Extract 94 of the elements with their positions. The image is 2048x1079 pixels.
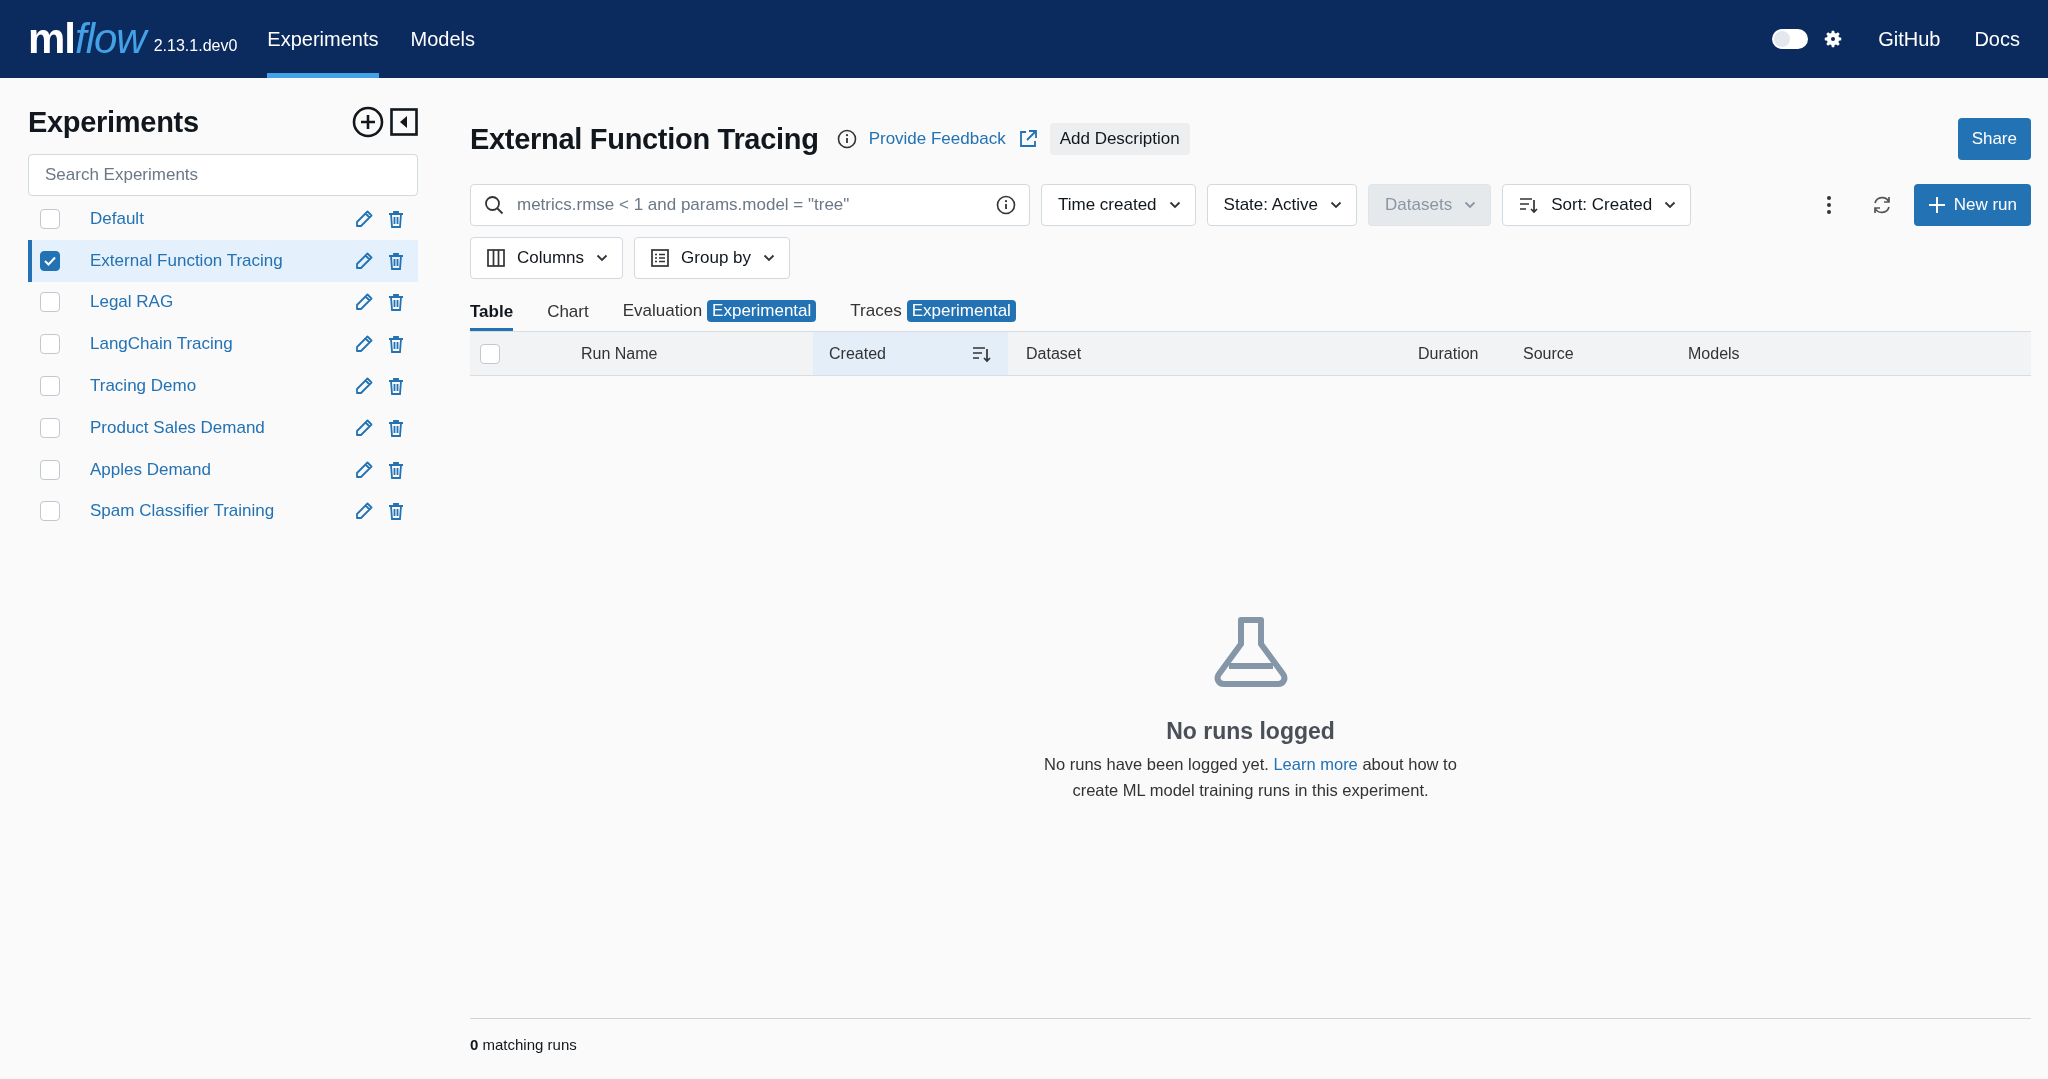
experiment-row[interactable]: External Function Tracing: [28, 239, 418, 282]
learn-more-link[interactable]: Learn more: [1273, 755, 1358, 773]
delete-icon[interactable]: [388, 377, 404, 396]
experiment-row[interactable]: Default: [28, 198, 418, 240]
nav-tab[interactable]: Experiments: [267, 0, 379, 78]
run-search-field[interactable]: metrics.rmse < 1 and params.model = "tree": [470, 184, 1030, 226]
chevron-down-icon: [763, 254, 776, 262]
column-header[interactable]: Run Name: [581, 344, 658, 363]
new-run-button[interactable]: New run: [1913, 184, 2031, 226]
info-icon[interactable]: [836, 129, 857, 149]
experiment-name[interactable]: Apples Demand: [90, 459, 354, 480]
filter-dropdown[interactable]: Time created: [1041, 184, 1196, 226]
chevron-down-icon: [1464, 201, 1477, 209]
matching-runs-count: 0 matching runs: [470, 1035, 577, 1053]
feedback-link[interactable]: Provide Feedback: [868, 129, 1006, 149]
add-icon[interactable]: [352, 106, 384, 138]
experimental-badge: Experimental: [707, 300, 817, 322]
more-options-icon[interactable]: [1825, 195, 1832, 215]
experiment-row[interactable]: Spam Classifier Training: [28, 490, 418, 533]
share-button[interactable]: Share: [1957, 118, 2031, 160]
view-dropdown[interactable]: Group by: [634, 237, 791, 279]
column-header[interactable]: Dataset: [1026, 344, 1082, 363]
search-field[interactable]: Search Experiments: [28, 154, 418, 196]
empty-state-title: No runs logged: [1166, 718, 1335, 745]
check-icon: [44, 255, 56, 266]
checkbox[interactable]: [40, 292, 60, 313]
checkbox[interactable]: [40, 501, 60, 522]
experiment-name[interactable]: Default: [90, 208, 354, 229]
delete-icon[interactable]: [388, 251, 404, 270]
experiment-name[interactable]: External Function Tracing: [90, 250, 354, 271]
plus-icon: [1927, 196, 1946, 214]
checkbox[interactable]: [40, 334, 60, 355]
experiment-row[interactable]: Apples Demand: [28, 448, 418, 491]
delete-icon[interactable]: [388, 418, 404, 437]
delete-icon[interactable]: [388, 335, 404, 354]
view-tab[interactable]: Evaluation Experimental: [622, 300, 817, 331]
delete-icon[interactable]: [388, 502, 404, 521]
view-tab[interactable]: Traces Experimental: [850, 300, 1016, 331]
experiment-name[interactable]: Legal RAG: [90, 292, 354, 313]
add-description-button[interactable]: Add Description: [1049, 123, 1190, 155]
nav-tab[interactable]: Models: [410, 0, 475, 78]
delete-icon[interactable]: [388, 293, 404, 312]
header-link[interactable]: Docs: [1974, 27, 2020, 51]
edit-icon[interactable]: [354, 250, 374, 271]
version-label: 2.13.1.dev0: [153, 37, 238, 55]
view-tab[interactable]: Chart: [547, 302, 589, 331]
delete-icon[interactable]: [388, 460, 404, 479]
chevron-down-icon: [1168, 201, 1181, 209]
edit-icon[interactable]: [354, 334, 374, 355]
search-icon: [484, 195, 504, 215]
checkbox[interactable]: [40, 250, 60, 271]
checkbox[interactable]: [40, 376, 60, 397]
column-header[interactable]: Created: [829, 344, 886, 363]
experimental-badge: Experimental: [906, 300, 1016, 322]
edit-icon[interactable]: [354, 417, 374, 438]
select-all-checkbox[interactable]: [480, 343, 500, 364]
experiment-name[interactable]: LangChain Tracing: [90, 334, 354, 355]
column-header[interactable]: Source: [1523, 344, 1574, 363]
sort-icon: [1519, 196, 1540, 214]
column-header[interactable]: Duration: [1418, 344, 1479, 363]
chevron-down-icon: [1664, 201, 1677, 209]
checkbox[interactable]: [40, 417, 60, 438]
checkbox[interactable]: [40, 208, 60, 229]
info-icon[interactable]: [996, 195, 1016, 215]
chevron-down-icon: [596, 254, 609, 262]
experiment-name[interactable]: Product Sales Demand: [90, 417, 354, 438]
empty-state-message: No runs have been logged yet. Learn more about how to create ML model training runs in this experiment.: [1043, 754, 1458, 801]
column-header[interactable]: Models: [1688, 344, 1740, 363]
sidebar-title: Experiments: [28, 105, 200, 139]
chevron-down-icon: [1330, 201, 1343, 209]
checkbox[interactable]: [40, 459, 60, 480]
view-dropdown[interactable]: Columns: [470, 237, 624, 279]
edit-icon[interactable]: [354, 501, 374, 522]
experiment-name[interactable]: Tracing Demo: [90, 376, 354, 397]
filter-dropdown[interactable]: State: Active: [1206, 184, 1358, 226]
delete-icon[interactable]: [388, 209, 404, 228]
edit-icon[interactable]: [354, 459, 374, 480]
edit-icon[interactable]: [354, 376, 374, 397]
header-link[interactable]: GitHub: [1878, 27, 1941, 51]
theme-toggle[interactable]: [1772, 29, 1809, 49]
experiment-title: External Function Tracing: [470, 122, 819, 156]
edit-icon[interactable]: [354, 208, 374, 229]
columns-icon: [487, 249, 505, 267]
list-icon: [651, 249, 670, 267]
filter-dropdown[interactable]: Sort: Created: [1502, 184, 1692, 226]
collapse-sidebar-icon[interactable]: [390, 108, 418, 136]
external-link-icon[interactable]: [1017, 129, 1038, 149]
edit-icon[interactable]: [354, 292, 374, 313]
experiment-row[interactable]: LangChain Tracing: [28, 323, 418, 366]
experiment-row[interactable]: Legal RAG: [28, 281, 418, 324]
experiment-row[interactable]: Tracing Demo: [28, 365, 418, 407]
experiment-row[interactable]: Product Sales Demand: [28, 407, 418, 449]
experiment-name[interactable]: Spam Classifier Training: [90, 501, 354, 522]
sort-descending-icon[interactable]: [972, 344, 992, 363]
